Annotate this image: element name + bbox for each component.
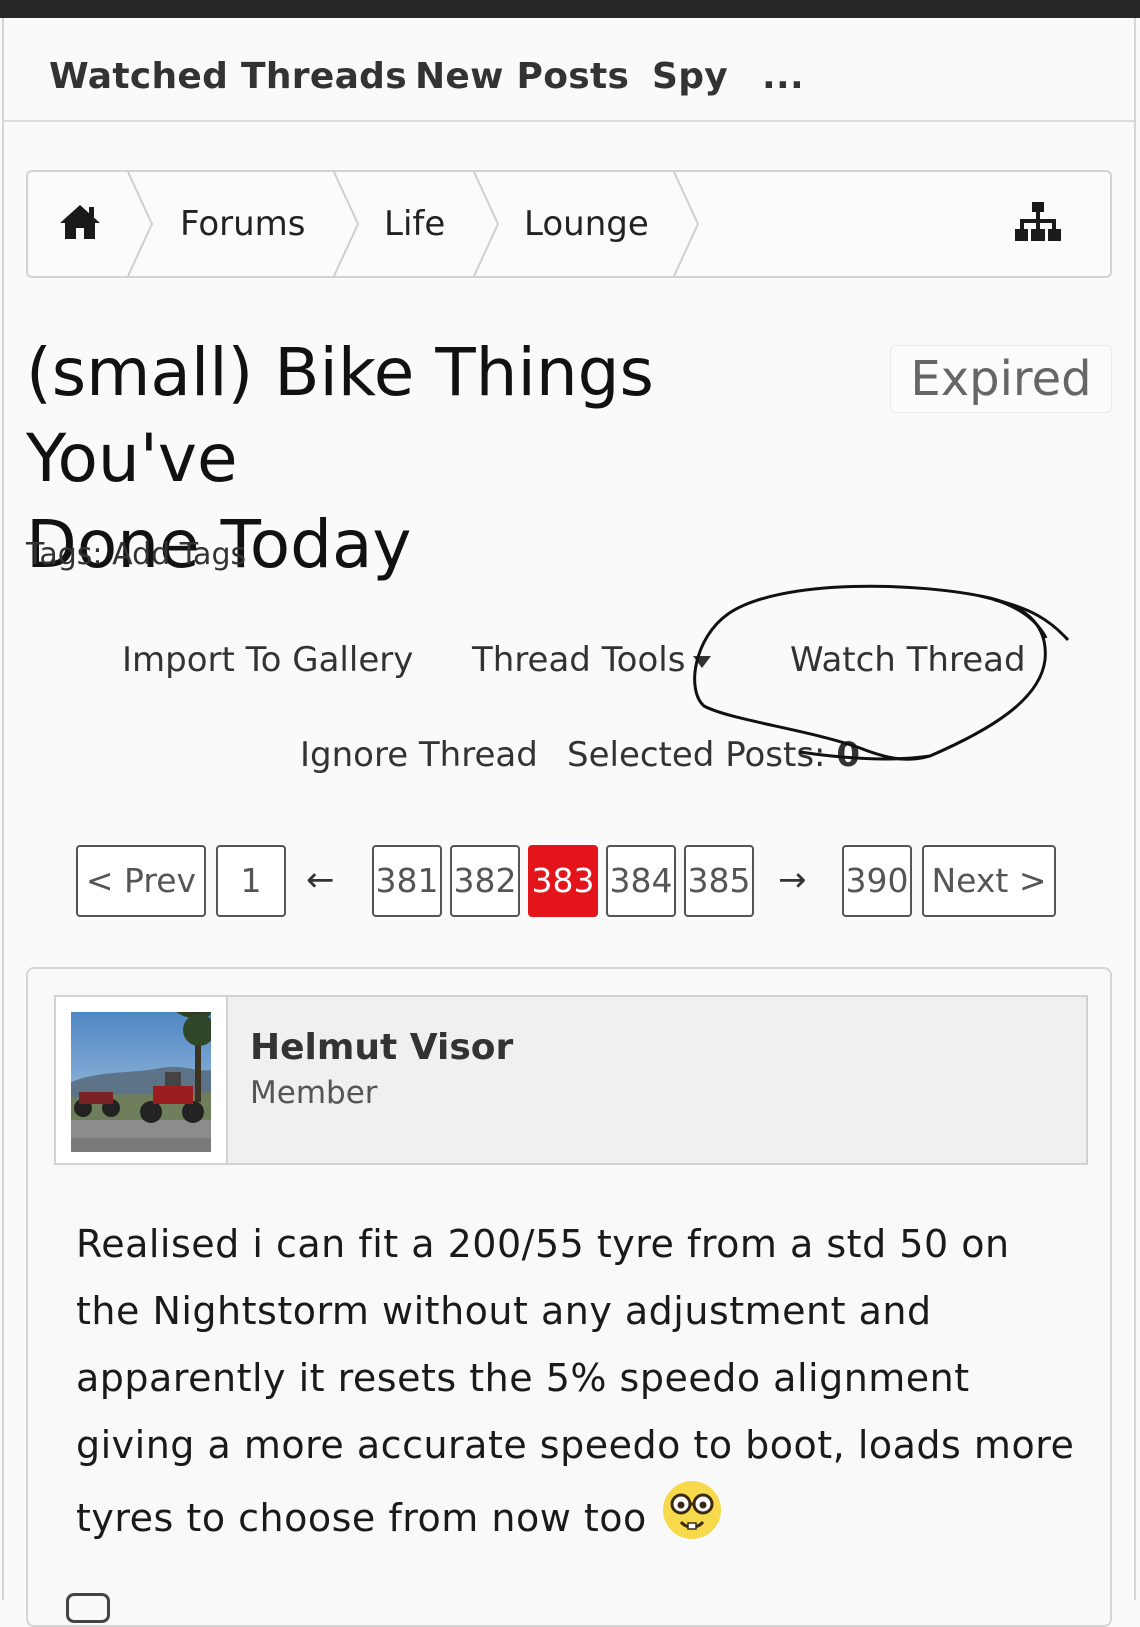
- post-container: Helmut Visor Member Realised i can fit a…: [26, 967, 1112, 1627]
- page-button[interactable]: 382: [450, 845, 520, 917]
- prev-page-button[interactable]: < Prev: [76, 845, 206, 917]
- thread-tools-label: Thread Tools: [472, 640, 686, 680]
- right-arrow-icon: →: [778, 860, 807, 900]
- title-line-1: (small) Bike Things You've: [26, 334, 654, 497]
- add-tags-link[interactable]: Add Tags: [112, 537, 246, 572]
- status-badge: Expired: [890, 345, 1112, 413]
- watch-thread-link[interactable]: Watch Thread: [790, 640, 1026, 680]
- post-body: Realised i can fit a 200/55 tyre from a …: [76, 1211, 1076, 1552]
- breadcrumb-lounge[interactable]: Lounge: [524, 204, 649, 244]
- quote-icon[interactable]: [66, 1593, 110, 1623]
- nav-watched-threads[interactable]: Watched Threads: [49, 56, 407, 97]
- ignore-thread-link[interactable]: Ignore Thread: [300, 735, 538, 775]
- page-button[interactable]: 381: [372, 845, 442, 917]
- caret-down-icon: [693, 655, 712, 668]
- post-author-role: Member: [250, 1075, 378, 1111]
- post-text: Realised i can fit a 200/55 tyre from a …: [76, 1222, 1075, 1540]
- page-last-button[interactable]: 390: [842, 845, 912, 917]
- home-icon[interactable]: [58, 202, 102, 242]
- avatar[interactable]: [71, 1012, 211, 1152]
- breadcrumb-separator: [333, 172, 360, 276]
- left-arrow-icon: ←: [306, 860, 335, 900]
- selected-posts-link[interactable]: Selected Posts: 0: [567, 735, 860, 775]
- breadcrumb-separator: [673, 172, 700, 276]
- breadcrumb-forums[interactable]: Forums: [180, 204, 306, 244]
- nav-new-posts[interactable]: New Posts: [415, 56, 629, 97]
- breadcrumb: Forums Life Lounge: [26, 170, 1112, 278]
- top-nav: Watched Threads New Posts Spy ...: [4, 18, 1134, 122]
- page-first-button[interactable]: 1: [216, 845, 286, 917]
- page-button[interactable]: 385: [684, 845, 754, 917]
- thread-tools-dropdown[interactable]: Thread Tools: [472, 640, 712, 680]
- current-page-button[interactable]: 383: [528, 845, 598, 917]
- top-status-bar: [0, 0, 1140, 18]
- user-card: Helmut Visor Member: [54, 995, 1088, 1165]
- page-button[interactable]: 384: [606, 845, 676, 917]
- tags-label: Tags:: [26, 537, 103, 572]
- nav-more[interactable]: ...: [762, 56, 804, 97]
- breadcrumb-life[interactable]: Life: [384, 204, 445, 244]
- nav-spy[interactable]: Spy: [652, 56, 728, 97]
- import-to-gallery-link[interactable]: Import To Gallery: [122, 640, 413, 680]
- avatar-frame: [56, 997, 228, 1163]
- selected-posts-label: Selected Posts:: [567, 735, 826, 775]
- selected-posts-count: 0: [836, 735, 860, 775]
- nerd-face-emoji-icon: [662, 1481, 721, 1539]
- breadcrumb-separator: [127, 172, 154, 276]
- next-page-button[interactable]: Next >: [922, 845, 1056, 917]
- sitemap-icon[interactable]: [1014, 202, 1062, 246]
- tags-row: Tags: Add Tags: [26, 537, 246, 572]
- post-author-name[interactable]: Helmut Visor: [250, 1027, 513, 1068]
- breadcrumb-separator: [473, 172, 500, 276]
